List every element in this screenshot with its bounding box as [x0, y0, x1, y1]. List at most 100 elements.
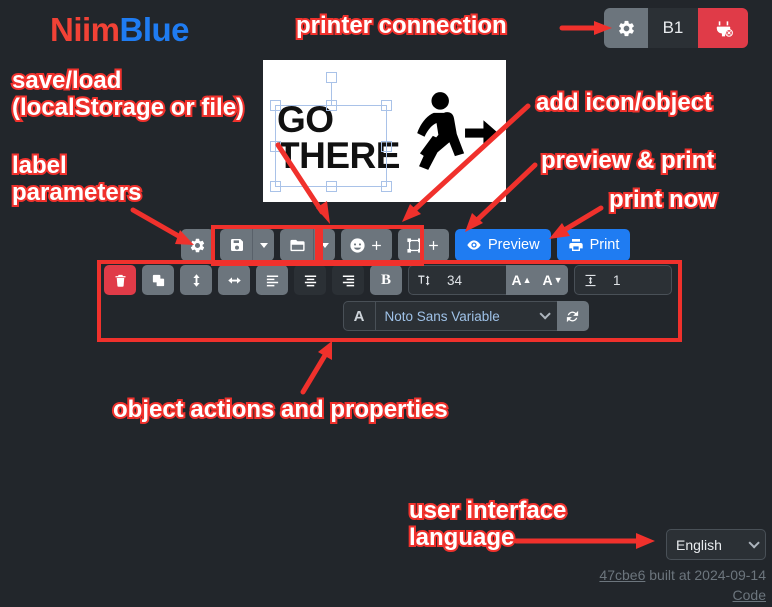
preview-label: Preview	[488, 237, 540, 253]
text-height-icon	[408, 265, 440, 295]
code-link[interactable]: Code	[733, 587, 766, 603]
font-family-group: A Noto Sans Variable	[342, 301, 589, 331]
resize-handle-tl[interactable]	[270, 100, 281, 111]
resize-handle-bc[interactable]	[326, 181, 337, 192]
font-size-increase-label: A	[511, 272, 522, 288]
save-button[interactable]	[220, 229, 252, 261]
chevron-down-icon	[748, 536, 760, 549]
caret-up-icon: ▲	[522, 275, 532, 285]
align-center-icon	[304, 275, 316, 286]
align-right-icon	[342, 275, 354, 286]
annotation-label-parameters: label parameters	[10, 150, 143, 208]
delete-object-button[interactable]	[104, 265, 136, 295]
caret-down-icon: ▼	[553, 275, 563, 285]
frame-icon	[407, 237, 422, 253]
eye-icon	[467, 240, 481, 250]
chevron-down-icon	[320, 242, 329, 248]
resize-handle-tc[interactable]	[326, 100, 337, 111]
font-family-row: A Noto Sans Variable	[104, 301, 672, 331]
chevron-down-icon	[259, 242, 268, 248]
align-center-button[interactable]	[294, 265, 326, 295]
rotate-handle[interactable]	[326, 72, 337, 83]
plus-icon	[429, 240, 438, 250]
floppy-disk-icon	[231, 239, 243, 251]
save-dropdown-toggle[interactable]	[252, 229, 274, 261]
object-actions-row: B A▲ A▼	[104, 265, 672, 295]
printer-icon	[568, 239, 583, 251]
ui-language-select[interactable]: English	[666, 529, 766, 560]
flip-vertical-button[interactable]	[180, 265, 212, 295]
duplicate-object-button[interactable]	[142, 265, 174, 295]
annotation-print-now: print now	[607, 184, 719, 215]
line-height-input[interactable]	[606, 265, 672, 295]
folder-open-icon	[290, 239, 305, 251]
selection-box[interactable]	[270, 72, 392, 192]
printer-model-label: B1	[648, 8, 698, 48]
resize-handle-br[interactable]	[381, 181, 392, 192]
gear-icon	[190, 238, 205, 252]
printer-disconnect-button[interactable]	[698, 8, 748, 48]
plus-icon	[372, 240, 381, 250]
font-refresh-button[interactable]	[556, 301, 589, 331]
font-size-group: A▲ A▼	[408, 265, 568, 295]
align-left-button[interactable]	[256, 265, 288, 295]
font-size-stepper: A ▲ A ▼	[506, 265, 568, 295]
chevron-down-icon	[538, 308, 551, 320]
trash-icon	[115, 274, 125, 287]
annotation-save-load: save/load (localStorage or file)	[10, 65, 246, 123]
font-letter-icon: A	[342, 301, 375, 331]
arrow-label-parameters	[130, 207, 185, 241]
ui-language-value: English	[676, 536, 722, 553]
bold-label: B	[380, 271, 391, 288]
logo-niim: Niim	[50, 11, 120, 48]
arrow-object-actions	[300, 349, 330, 395]
label-parameters-button[interactable]	[181, 229, 214, 261]
font-size-input[interactable]	[440, 265, 506, 295]
object-toolbar: B A▲ A▼	[104, 265, 672, 331]
add-object-button[interactable]	[398, 229, 449, 261]
resize-handle-bl[interactable]	[270, 181, 281, 192]
annotation-add-icon-object: add icon/object	[534, 87, 714, 118]
align-left-icon	[266, 275, 278, 286]
open-split-button	[280, 229, 335, 261]
flip-horizontal-button[interactable]	[218, 265, 250, 295]
annotation-object-actions: object actions and properties	[111, 394, 450, 425]
resize-handle-mr[interactable]	[381, 141, 392, 152]
font-family-value: Noto Sans Variable	[384, 308, 500, 324]
running-man-exit-arrow-icon[interactable]	[408, 88, 500, 180]
footer: 47cbe6 built at 2024-09-14 Code	[599, 565, 766, 606]
font-size-decrease-label: A	[542, 272, 553, 288]
open-button[interactable]	[280, 229, 313, 261]
refresh-icon	[566, 310, 579, 322]
niimblue-app: NiimBlue B1 GO THERE Preview Print B 34 …	[0, 0, 772, 607]
annotation-printer-connection: printer connection	[294, 10, 509, 41]
preview-button[interactable]: Preview	[455, 229, 551, 261]
save-split-button	[220, 229, 274, 261]
print-label: Print	[589, 237, 620, 253]
add-icon-button[interactable]	[341, 229, 392, 261]
annotation-user-language: user interface language	[407, 495, 568, 553]
gear-icon	[618, 20, 634, 36]
commit-link[interactable]: 47cbe6	[599, 567, 645, 583]
label-canvas[interactable]: GO THERE	[263, 60, 506, 202]
open-dropdown-toggle[interactable]	[313, 229, 335, 261]
annotation-preview-print: preview & print	[539, 145, 716, 176]
bold-button[interactable]: B	[370, 265, 402, 295]
copy-icon	[152, 274, 164, 286]
align-right-button[interactable]	[332, 265, 364, 295]
resize-handle-ml[interactable]	[270, 141, 281, 152]
app-logo: NiimBlue	[50, 11, 190, 49]
printer-connection-group: B1	[604, 8, 748, 48]
build-date-text: built at 2024-09-14	[645, 567, 766, 583]
font-family-select[interactable]: Noto Sans Variable	[374, 301, 557, 331]
line-height-group	[574, 265, 672, 295]
main-toolbar: Preview Print	[181, 229, 631, 261]
arrows-vertical-icon	[192, 273, 200, 287]
logo-blue: Blue	[119, 11, 190, 48]
font-size-increase-button[interactable]: A ▲	[506, 265, 537, 295]
print-button[interactable]: Print	[556, 229, 631, 261]
font-size-decrease-button[interactable]: A ▼	[537, 265, 568, 295]
printer-settings-button[interactable]	[604, 8, 648, 48]
resize-handle-tr[interactable]	[381, 100, 392, 111]
arrows-horizontal-icon	[227, 276, 241, 284]
